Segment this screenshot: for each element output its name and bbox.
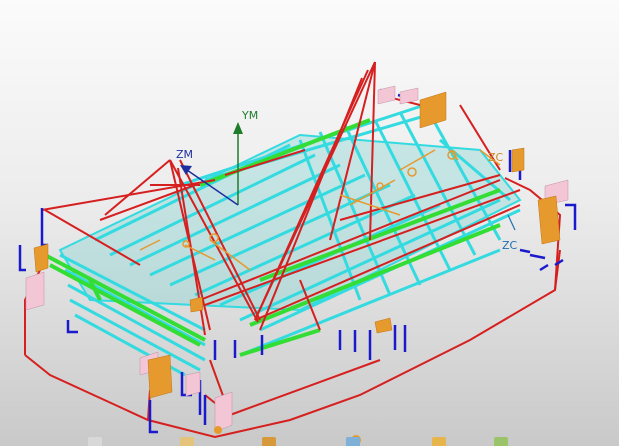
zc-secondary-axis-label: ZC: [488, 151, 504, 164]
select-icon[interactable]: [432, 437, 446, 446]
ym-axis-label: YM: [242, 109, 259, 122]
view-icon[interactable]: [88, 437, 102, 446]
lifting-frame-body: [58, 98, 522, 377]
graphics-viewport[interactable]: YM ZM ZC ZC: [0, 0, 619, 446]
zm-axis-label: ZM: [176, 148, 194, 161]
sketch-icon[interactable]: [180, 437, 194, 446]
zc-axis-label: ZC: [502, 239, 518, 252]
cad-model-scene[interactable]: [0, 0, 619, 446]
zc-axis-line: [507, 214, 516, 231]
bottom-toolbar-strip: [0, 436, 619, 446]
zm-axis-arrow: [180, 165, 192, 175]
analysis-icon[interactable]: [494, 437, 508, 446]
ym-axis-arrow: [233, 122, 243, 134]
shape-icon[interactable]: [262, 437, 276, 446]
measure-icon[interactable]: [346, 437, 360, 446]
